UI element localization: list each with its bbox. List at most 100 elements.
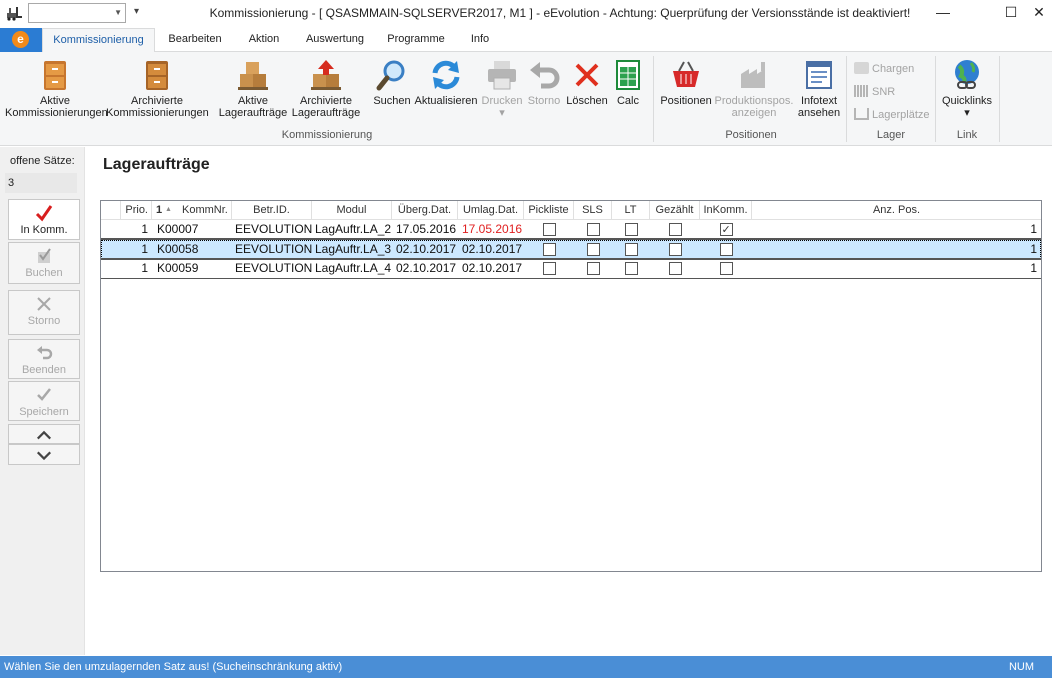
column-header-betr-id[interactable]: Betr.ID. [232,201,312,220]
cell-betr-id: EEVOLUTION [235,222,312,236]
cell-prio: 1 [141,261,148,275]
view-infotext-button[interactable]: Infotext ansehen [796,58,842,119]
tab-bearbeiten[interactable]: Bearbeiten [158,28,232,52]
label: SNR [872,86,896,98]
status-bar: Wählen Sie den umzulagernden Satz aus! (… [0,656,1052,678]
shelf-icon [854,108,869,120]
cell-umlagerung-datum-overdue: 17.05.2016 [462,222,523,236]
cell-modul: LagAuftr.LA_4 [315,261,392,275]
cell-gezaehlt [650,220,700,239]
storage-locations-button[interactable]: Lagerplätze [854,108,930,121]
in-komm-button[interactable]: In Komm. [8,199,80,240]
active-commissions-button[interactable]: Aktive Kommissionierungen [5,58,108,119]
move-down-button[interactable] [8,444,80,465]
basket-icon [673,61,699,87]
cell-anz-pos: 1 [1030,261,1037,275]
storno-button[interactable]: Storno [8,290,80,335]
tab-aktion[interactable]: Aktion [236,28,292,52]
gezaehlt-checkbox[interactable] [668,262,682,275]
production-positions-button[interactable]: Produktionspos. anzeigen [714,58,794,119]
cell-lt [612,259,650,278]
cancel-storno-button[interactable]: Storno [524,58,564,107]
cell-gezaehlt [650,240,700,259]
inkomm-checkbox-checked[interactable] [719,221,733,239]
sls-checkbox[interactable] [586,262,600,275]
label: Positionen [660,95,712,107]
positions-button[interactable]: Positionen [658,58,714,107]
gezaehlt-checkbox[interactable] [668,223,682,236]
cell-gezaehlt [650,259,700,278]
group-label-lager: Lager [876,129,906,141]
gezaehlt-checkbox[interactable] [668,243,682,256]
lt-checkbox[interactable] [624,243,638,256]
close-button[interactable]: ✕ [1022,2,1052,24]
cell-kommnr: K00007 [157,222,199,236]
column-header-label: KommNr. [182,204,228,216]
open-records-count: 3 [5,173,77,193]
delete-button[interactable]: Löschen [566,58,608,107]
archived-commissions-button[interactable]: Archivierte Kommissionierungen [106,58,209,119]
serial-numbers-button[interactable]: SNR [854,85,895,98]
num-lock-indicator: NUM [1008,661,1034,673]
archived-storage-orders-button[interactable]: Archivierte Lageraufträge [290,58,362,119]
label-line2: anzeigen [731,107,777,119]
inkomm-checkbox[interactable] [719,262,733,275]
pickliste-checkbox[interactable] [542,223,556,236]
batch-icon [854,62,869,74]
finish-button[interactable]: Beenden [8,339,80,379]
globe-link-icon [955,60,979,89]
column-header-umlagerung-datum[interactable]: Umlag.Dat. [458,201,524,220]
book-button[interactable]: Buchen [8,242,80,284]
column-header-pickliste[interactable]: Pickliste [524,201,574,220]
group-label-link: Link [956,129,978,141]
tab-info[interactable]: Info [462,28,498,52]
sls-checkbox[interactable] [586,223,600,236]
barcode-icon [854,85,869,97]
undo-icon [37,346,53,360]
column-header-modul[interactable]: Modul [312,201,392,220]
cell-lt [612,240,650,259]
active-storage-orders-button[interactable]: Aktive Lageraufträge [218,58,288,119]
label: Chargen [872,63,915,75]
tab-programme[interactable]: Programme [380,28,452,52]
cell-umlagerung-datum: 02.10.2017 [462,261,523,275]
minimize-button[interactable]: — [926,2,960,24]
pickliste-checkbox[interactable] [542,262,556,275]
group-separator [999,56,1000,142]
label: Suchen [373,95,411,107]
column-header-gezaehlt[interactable]: Gezählt [650,201,700,220]
quicklinks-button[interactable]: Quicklinks ▾ [938,58,996,119]
column-header-kommnr[interactable]: 1 ▲ KommNr. [152,201,232,220]
table-row[interactable]: 1 K00059 EEVOLUTION LagAuftr.LA_4 02.10.… [101,259,1041,278]
lt-checkbox[interactable] [624,223,638,236]
cell-anz-pos: 1 [1030,222,1037,236]
cell-kommnr: K00058 [157,242,199,256]
page-title: Lageraufträge [103,156,210,173]
refresh-button[interactable]: Aktualisieren [414,58,478,107]
column-header-sls[interactable]: SLS [574,201,612,220]
tab-auswertung[interactable]: Auswertung [298,28,372,52]
cell-umlagerung-datum: 02.10.2017 [462,242,523,256]
column-header-inkomm[interactable]: InKomm. [700,201,752,220]
pickliste-checkbox[interactable] [542,243,556,256]
inkomm-checkbox[interactable] [719,243,733,256]
cell-modul: LagAuftr.LA_2 [315,222,392,236]
action-sidebar: offene Sätze: 3 In Komm. Buchen Storno B… [0,147,85,655]
batches-button[interactable]: Chargen [854,62,914,75]
column-header-lt[interactable]: LT [612,201,650,220]
print-button[interactable]: Drucken ▾ [480,58,524,119]
move-up-button[interactable] [8,424,80,444]
column-header-uebergabe-datum[interactable]: Überg.Dat. [392,201,458,220]
table-row[interactable]: 1 K00007 EEVOLUTION LagAuftr.LA_2 17.05.… [101,220,1041,239]
tab-kommissionierung[interactable]: Kommissionierung [42,28,155,53]
save-button[interactable]: Speichern [8,381,80,421]
search-button[interactable]: Suchen [370,58,414,107]
column-header-prio[interactable]: Prio. [121,201,152,220]
ribbon: Aktive Kommissionierungen Archivierte Ko… [0,52,1052,146]
table-row-selected[interactable]: 1 K00058 EEVOLUTION LagAuftr.LA_3 02.10.… [101,240,1041,259]
calc-button[interactable]: Calc [610,58,646,107]
application-menu-button[interactable]: e [0,28,42,52]
lt-checkbox[interactable] [624,262,638,275]
sls-checkbox[interactable] [586,243,600,256]
column-header-anz-pos[interactable]: Anz. Pos. [752,201,1041,220]
